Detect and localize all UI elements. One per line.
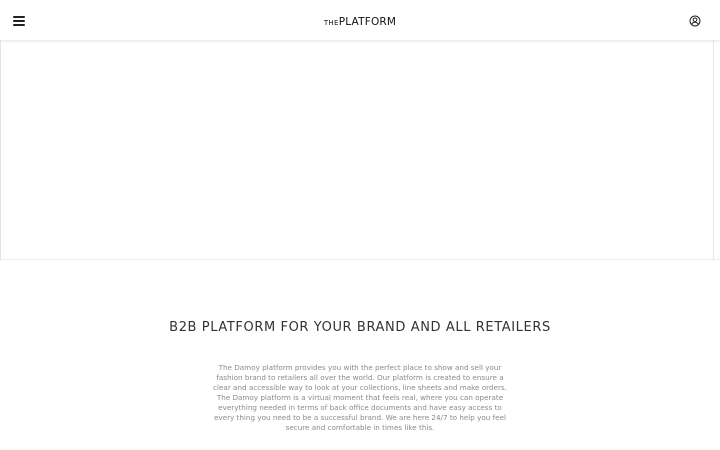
logo-prefix: THE [323,19,339,27]
intro-paragraph: The Damoy platform provides you with the… [213,363,507,432]
hero-banner [0,40,720,260]
user-circle-icon [689,15,701,27]
page: THEPLATFORM B2B PLATFORM FOR YOUR BRAND … [0,0,720,450]
page-title: B2B PLATFORM FOR YOUR BRAND AND ALL RETA… [169,320,551,335]
logo-main: PLATFORM [338,16,397,28]
site-logo[interactable]: THEPLATFORM [0,13,720,30]
account-button[interactable] [689,12,701,27]
top-header: THEPLATFORM [0,0,720,40]
hero-divider [713,40,714,260]
